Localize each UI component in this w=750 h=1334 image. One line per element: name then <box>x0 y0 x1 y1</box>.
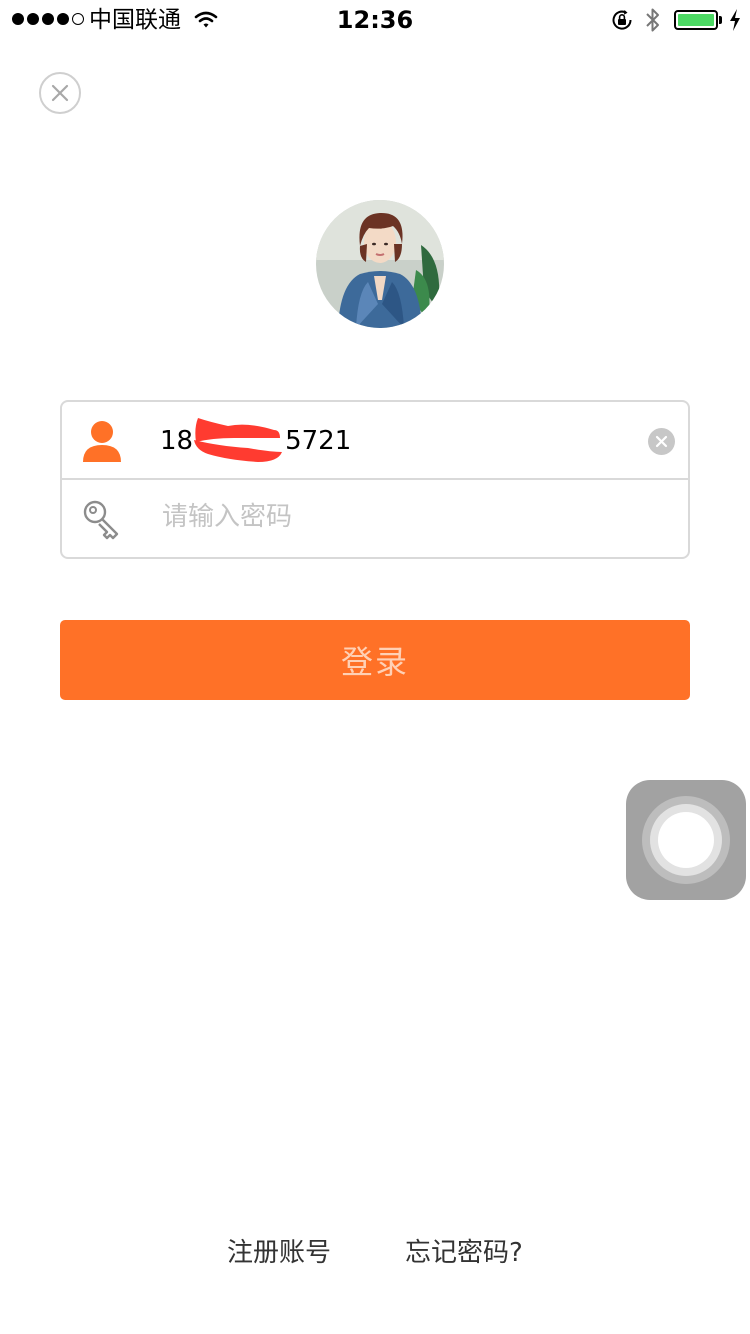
assistive-touch-icon <box>642 796 730 884</box>
status-time: 12:36 <box>336 6 414 34</box>
clear-icon <box>655 435 668 448</box>
clear-button[interactable] <box>648 428 675 455</box>
login-screen: 中国联通 12:36 18 5721 请输入密码 登录 注册账号 忘记密码? <box>0 0 750 1334</box>
status-bar: 中国联通 12:36 <box>0 0 750 40</box>
close-icon <box>51 84 69 102</box>
redaction-scribble <box>194 418 282 462</box>
password-field[interactable]: 请输入密码 <box>62 480 688 558</box>
user-icon <box>82 419 122 463</box>
rotation-lock-icon <box>610 8 634 36</box>
battery-icon <box>674 10 718 30</box>
password-placeholder[interactable]: 请输入密码 <box>162 500 292 534</box>
close-button[interactable] <box>39 72 81 114</box>
login-form: 18 5721 请输入密码 <box>60 400 690 559</box>
login-button[interactable]: 登录 <box>60 620 690 700</box>
account-field[interactable]: 18 5721 <box>62 402 688 480</box>
key-icon <box>82 497 122 541</box>
charging-bolt-icon <box>728 8 742 36</box>
bluetooth-icon <box>644 6 662 38</box>
assistive-touch-button[interactable] <box>626 780 746 900</box>
forgot-password-link[interactable]: 忘记密码? <box>405 1236 523 1270</box>
battery-cap <box>719 16 722 24</box>
login-button-label: 登录 <box>340 643 409 681</box>
register-link[interactable]: 注册账号 <box>227 1236 331 1270</box>
avatar <box>316 200 444 328</box>
